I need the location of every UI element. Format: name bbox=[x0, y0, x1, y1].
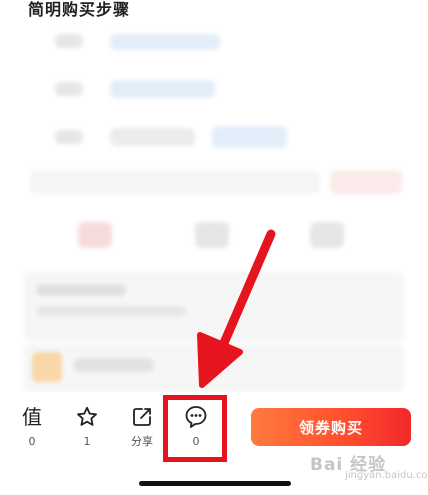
watermark-url: jingyan.baidu.com bbox=[345, 470, 428, 481]
home-indicator[interactable] bbox=[139, 481, 291, 486]
annotation-arrow bbox=[197, 229, 276, 388]
product-page: 简明购买步骤 值 0 1 分享 0 领券购买 Bai 经验 jingyan.ba… bbox=[0, 0, 428, 495]
